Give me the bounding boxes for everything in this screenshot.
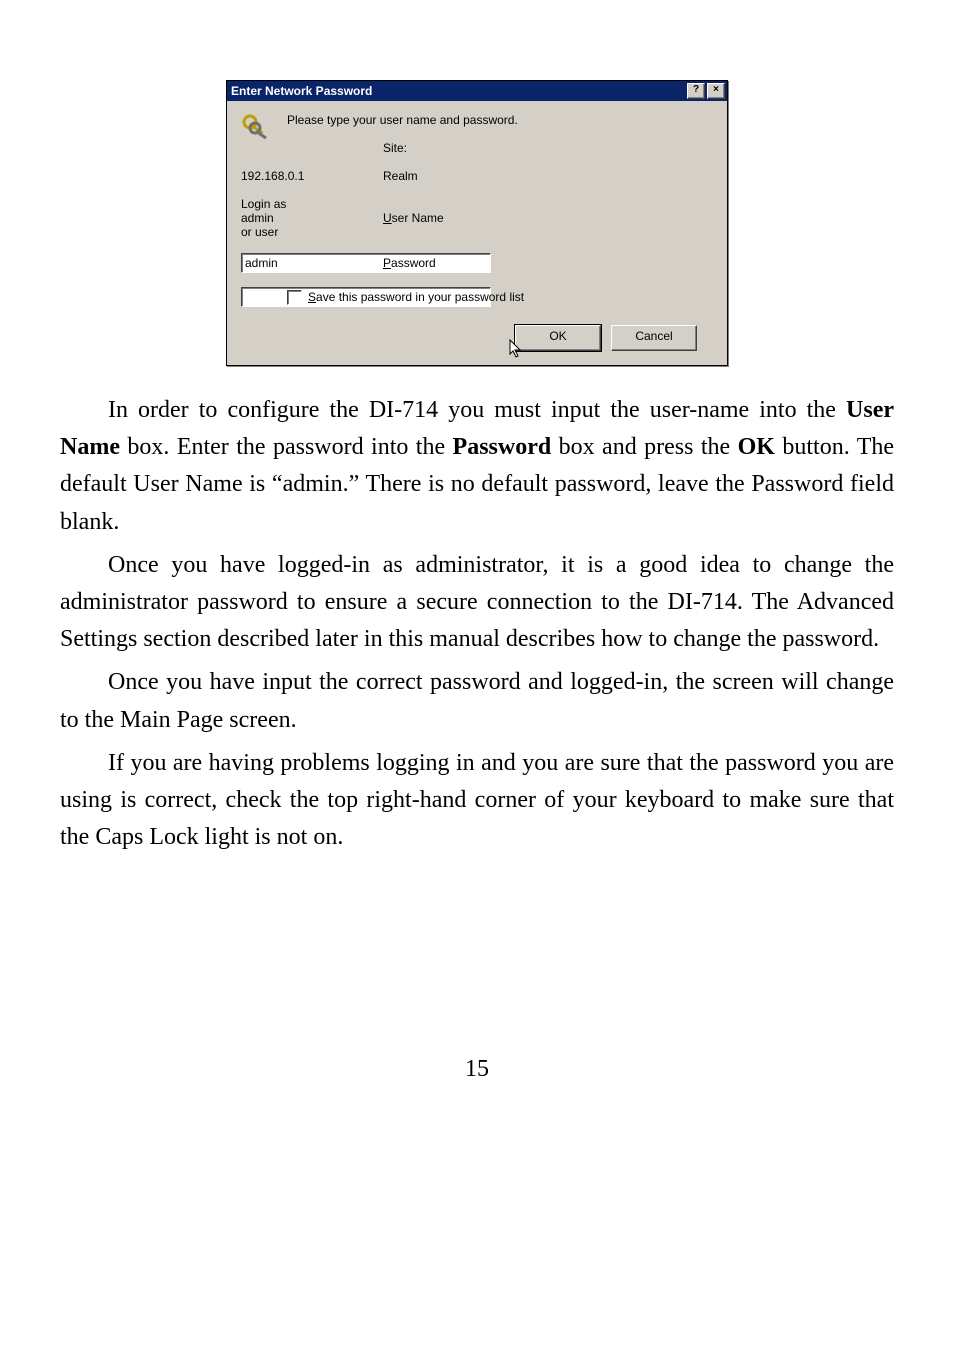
page-number: 15	[60, 1056, 894, 1083]
save-password-checkbox[interactable]	[287, 290, 302, 305]
paragraph-4: If you are having problems logging in an…	[60, 745, 894, 857]
dialog-titlebar: Enter Network Password ? ×	[227, 81, 727, 101]
site-label: Site:	[383, 141, 711, 155]
ok-button[interactable]: OK	[515, 325, 601, 351]
site-value: 192.168.0.1	[241, 169, 287, 183]
realm-label: Realm	[383, 169, 711, 183]
paragraph-1: In order to configure the DI-714 you mus…	[60, 392, 894, 541]
realm-value: Login as admin or user	[241, 197, 287, 239]
cancel-button[interactable]: Cancel	[611, 325, 697, 351]
paragraph-2: Once you have logged-in as administrator…	[60, 547, 894, 659]
paragraph-3: Once you have input the correct password…	[60, 664, 894, 738]
help-button[interactable]: ?	[687, 83, 705, 99]
auth-dialog: Enter Network Password ? ×	[226, 80, 728, 366]
password-label: Password	[383, 256, 711, 270]
dialog-title: Enter Network Password	[231, 84, 685, 98]
username-label: User Name	[383, 211, 711, 225]
save-password-label: Save this password in your password list	[308, 290, 524, 304]
close-button[interactable]: ×	[707, 83, 725, 99]
dialog-prompt: Please type your user name and password.	[287, 113, 711, 127]
keys-icon	[241, 113, 287, 145]
document-body: In order to configure the DI-714 you mus…	[60, 392, 894, 856]
